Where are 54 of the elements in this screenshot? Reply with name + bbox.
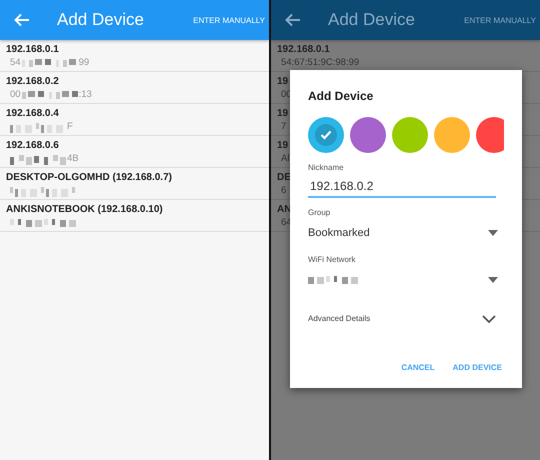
device-name: 192.168.0.2 [6, 76, 60, 88]
device-name: ANKISNOTEBOOK (192.168.0.10) [6, 204, 164, 216]
nickname-field[interactable]: 192.168.0.2 [308, 176, 496, 198]
checkmark-icon [320, 130, 332, 140]
device-name: DE [277, 172, 292, 184]
back-button[interactable] [14, 12, 32, 28]
dropdown-triangle-icon [488, 277, 498, 283]
device-row[interactable]: DESKTOP-OLGOMHD (192.168.0.7) [0, 168, 269, 200]
mac-address: Al [281, 152, 290, 164]
color-swatch[interactable] [350, 117, 386, 153]
back-arrow-icon [285, 13, 301, 27]
back-arrow-icon [14, 13, 30, 27]
device-name: 19 [277, 140, 290, 152]
device-name: 19 [277, 108, 290, 120]
mac-address: :13 [78, 88, 92, 100]
pixelated-text-drawing [308, 274, 358, 286]
back-button[interactable] [285, 12, 303, 28]
advanced-details-toggle[interactable]: Advanced Details [308, 314, 496, 323]
mac-address: 54:67:51:9C:98:99 [281, 56, 360, 68]
mac-address: 4B [67, 152, 79, 164]
device-name: 19 [277, 76, 290, 88]
pixelated-text-drawing [22, 56, 78, 68]
mac-address: 54 [10, 56, 21, 68]
color-swatch[interactable] [392, 117, 428, 153]
device-name: DESKTOP-OLGOMHD (192.168.0.7) [6, 172, 173, 184]
color-swatch[interactable] [476, 117, 504, 153]
color-swatch[interactable] [434, 117, 470, 153]
enter-manually-button[interactable]: ENTER MANUALLY [464, 16, 540, 24]
device-name: 192.168.0.1 [6, 44, 60, 56]
device-row[interactable]: 192.168.0.4 F [0, 104, 269, 136]
device-name: 192.168.0.6 [6, 140, 60, 152]
dropdown-triangle-icon [488, 230, 498, 236]
device-row[interactable]: 192.168.0.6 4B [0, 136, 269, 168]
device-row[interactable]: 192.168.0.1 54 99 [0, 40, 269, 72]
screen-title: Add Device [57, 10, 145, 30]
mac-address: 7 [281, 120, 286, 132]
dialog-title: Add Device [308, 89, 374, 103]
color-swatch[interactable] [308, 117, 344, 153]
pixelated-text-drawing [22, 88, 78, 100]
mac-address: F [67, 120, 73, 132]
field-label: Nickname [308, 163, 345, 172]
group-dropdown[interactable]: Bookmarked [308, 221, 498, 245]
device-name: 192.168.0.1 [277, 44, 331, 56]
screen-title: Add Device [328, 10, 416, 30]
pixelated-text-drawing [10, 120, 66, 132]
device-row[interactable]: 192.168.0.2 00 :13 [0, 72, 269, 104]
device-name: 192.168.0.4 [6, 108, 60, 120]
mac-address: 00 [10, 88, 21, 100]
mac-address: 6 [281, 184, 286, 196]
field-label: Group [308, 208, 332, 217]
pixelated-text-drawing [10, 152, 66, 164]
mac-address: 99 [78, 56, 90, 68]
field-label: WiFi Network [308, 255, 357, 264]
device-row[interactable]: ANKISNOTEBOOK (192.168.0.10) [0, 200, 269, 232]
